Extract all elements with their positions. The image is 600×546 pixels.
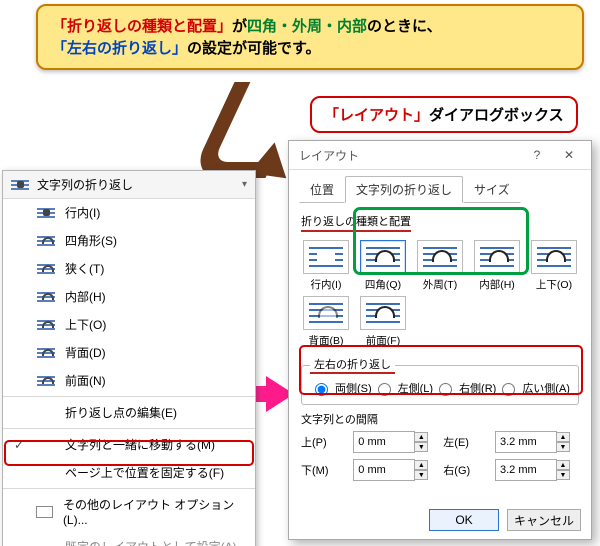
spinner-right[interactable]: ▲▼: [495, 459, 559, 481]
layout-dialog: レイアウト ? ✕ 位置 文字列の折り返し サイズ 折り返しの種類と配置 行内(…: [288, 140, 592, 540]
label-right: 右(G): [443, 462, 489, 478]
ok-button[interactable]: OK: [429, 509, 499, 531]
tab-text-wrap[interactable]: 文字列の折り返し: [345, 176, 463, 203]
dialog-tabs: 位置 文字列の折り返し サイズ: [289, 170, 591, 203]
help-button[interactable]: ?: [521, 143, 553, 167]
menu-item-through[interactable]: 内部(H): [3, 282, 255, 310]
label-bottom: 下(M): [301, 462, 347, 478]
tab-position[interactable]: 位置: [299, 176, 345, 203]
cancel-button[interactable]: キャンセル: [507, 509, 581, 531]
tab-size[interactable]: サイズ: [463, 176, 521, 203]
wrap-topbottom[interactable]: [531, 240, 577, 274]
menu-item-topbottom[interactable]: 上下(O): [3, 310, 255, 338]
radio-both[interactable]: 両側(S): [310, 380, 372, 396]
section-wrap-type: 折り返しの種類と配置: [301, 213, 411, 232]
dialog-title-label: 「レイアウト」ダイアログボックス: [310, 96, 578, 133]
menu-item-front[interactable]: 前面(N): [3, 366, 255, 394]
radio-left[interactable]: 左側(L): [373, 380, 433, 396]
spinner-left[interactable]: ▲▼: [495, 431, 559, 453]
menu-item-tight[interactable]: 狭く(T): [3, 254, 255, 282]
wrap-text-menu-header[interactable]: 文字列の折り返し ▾: [3, 171, 255, 199]
menu-item-inline[interactable]: 行内(I): [3, 199, 255, 226]
wrap-text-menu: 文字列の折り返し ▾ 行内(I) 四角形(S) 狭く(T) 内部(H) 上下(O…: [2, 170, 256, 546]
lr-wrap-group: 左右の折り返し 両側(S) 左側(L) 右側(R) 広い側(A): [301, 356, 579, 405]
wrap-behind[interactable]: [303, 296, 349, 330]
menu-item-behind[interactable]: 背面(D): [3, 338, 255, 366]
spinner-bottom[interactable]: ▲▼: [353, 459, 417, 481]
lr-wrap-legend: 左右の折り返し: [310, 356, 395, 374]
wrap-inline[interactable]: [303, 240, 349, 274]
spin-down[interactable]: ▼: [414, 470, 428, 480]
dialog-titlebar: レイアウト ? ✕: [289, 141, 591, 170]
dialog-title: レイアウト: [299, 147, 359, 164]
menu-item-more-options[interactable]: その他のレイアウト オプション(L)...: [3, 491, 255, 532]
radio-wide[interactable]: 広い側(A): [497, 380, 570, 396]
radio-right[interactable]: 右側(R): [434, 380, 496, 396]
menu-title: 文字列の折り返し: [37, 176, 133, 193]
spin-down[interactable]: ▼: [414, 442, 428, 452]
instruction-callout: 「折り返しの種類と配置」が四角・外周・内部のときに、 「左右の折り返し」の設定が…: [36, 4, 584, 70]
spin-down[interactable]: ▼: [556, 442, 570, 452]
section-distance: 文字列との間隔: [301, 411, 579, 427]
menu-item-edit-points[interactable]: 折り返し点の編集(E): [3, 399, 255, 426]
menu-item-fix-on-page[interactable]: ページ上で位置を固定する(F): [3, 458, 255, 486]
menu-item-set-default[interactable]: 既定のレイアウトとして設定(A): [3, 532, 255, 546]
spin-down[interactable]: ▼: [556, 470, 570, 480]
menu-item-square[interactable]: 四角形(S): [3, 226, 255, 254]
spin-up[interactable]: ▲: [414, 460, 428, 470]
menu-item-move-with-text[interactable]: ✓文字列と一緒に移動する(M): [3, 431, 255, 458]
spin-up[interactable]: ▲: [556, 432, 570, 442]
label-left: 左(E): [443, 434, 489, 450]
wrap-through[interactable]: [474, 240, 520, 274]
spinner-top[interactable]: ▲▼: [353, 431, 417, 453]
wrap-square[interactable]: [360, 240, 406, 274]
close-button[interactable]: ✕: [553, 143, 585, 167]
chevron-down-icon: ▾: [242, 179, 247, 190]
label-top: 上(P): [301, 434, 347, 450]
wrap-tight[interactable]: [417, 240, 463, 274]
spin-up[interactable]: ▲: [414, 432, 428, 442]
wrap-front[interactable]: [360, 296, 406, 330]
spin-up[interactable]: ▲: [556, 460, 570, 470]
